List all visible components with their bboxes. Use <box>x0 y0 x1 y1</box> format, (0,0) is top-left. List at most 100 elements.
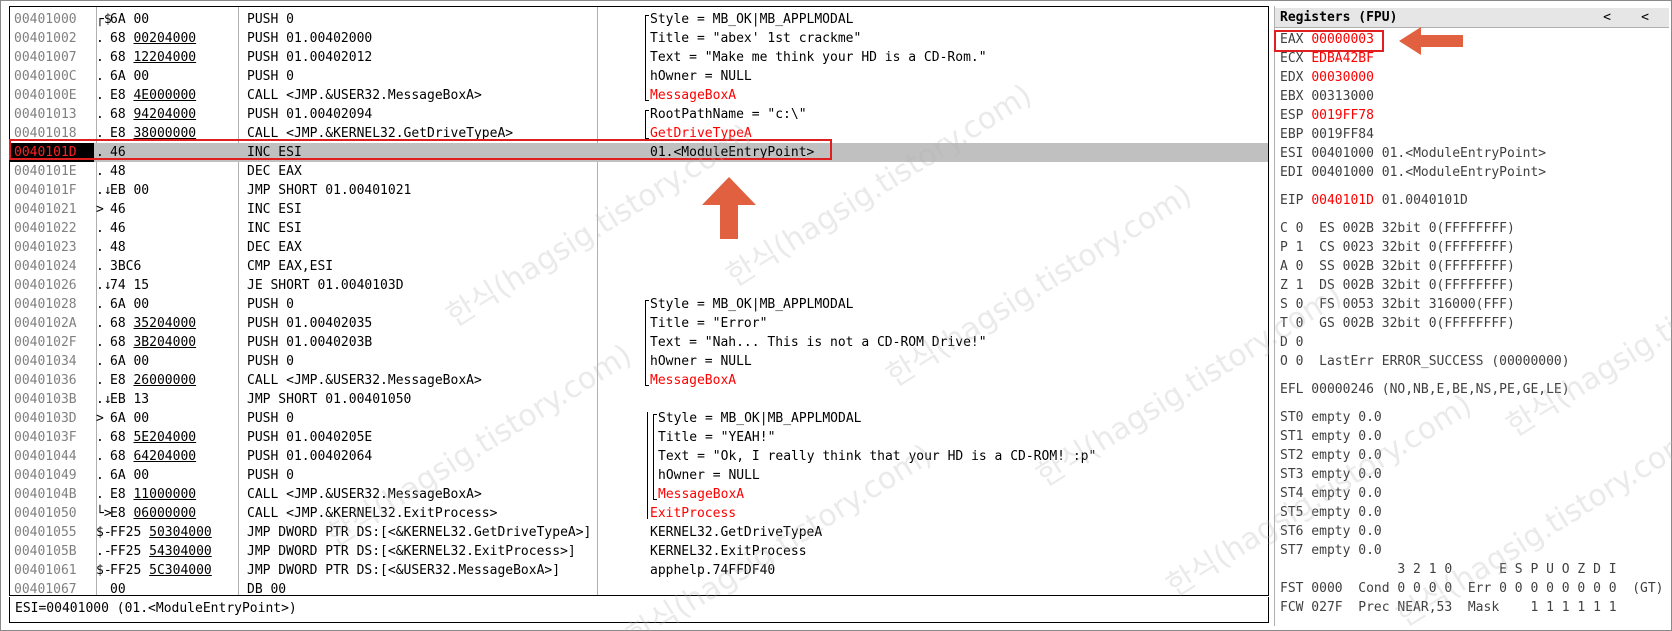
argument-bracket <box>645 110 646 138</box>
register-value[interactable]: EDBA42BF <box>1311 51 1374 66</box>
disasm-row[interactable]: 00401007. 68 12204000 PUSH 01.00402012 Text… <box>10 48 1268 67</box>
disassembly-pane[interactable]: 00401000 ┌$ 6A 00 PUSH 0 Style = MB_OK|MB_AP… <box>9 6 1269 596</box>
fpu-stack-register[interactable]: ST0 empty 0.0 <box>1280 408 1382 427</box>
disasm-row[interactable]: 0040103D >6A 00 PUSH 0 Style = MB_OK|MB_APP… <box>10 409 1268 428</box>
flag-segment-line[interactable]: S 0 FS 0053 32bit 316000(FFF) <box>1280 295 1515 314</box>
disasm-row[interactable]: 00401002. 68 00204000 PUSH 01.00402000 Titl… <box>10 29 1268 48</box>
flag-segment-line[interactable]: P 1 CS 0023 32bit 0(FFFFFFFF) <box>1280 238 1515 257</box>
instruction-address: 0040105B <box>14 544 77 559</box>
disasm-row[interactable]: 00401050 └> E8 06000000 CALL <JMP.&KERNEL32… <box>10 504 1268 523</box>
disasm-row[interactable]: 00401023. 48 DEC EAX <box>10 238 1268 257</box>
register-annotation: 01.<ModuleEntryPoint> <box>1381 146 1547 161</box>
disasm-row[interactable]: 0040103B .↓ EB 13 JMP SHORT 01.00401050 <box>10 390 1268 409</box>
disasm-row[interactable]: 0040101F .↓ EB 00 JMP SHORT 01.00401021 <box>10 181 1268 200</box>
instruction-bytes: 6A 00 <box>110 411 150 426</box>
instruction-text: PUSH 0 <box>247 297 294 312</box>
arrow-left-icon <box>1399 27 1463 55</box>
registers-pane[interactable]: Registers (FPU) < < EAX 00000003 ECX EDB… <box>1274 6 1669 626</box>
disasm-row[interactable]: 0040102A. 68 35204000 PUSH 01.00402035 Titl… <box>10 314 1268 333</box>
fpu-stack-register[interactable]: ST6 empty 0.0 <box>1280 522 1382 541</box>
register-esi[interactable]: ESI 00401000 01.<ModuleEntryPoint> <box>1280 144 1546 163</box>
disasm-row[interactable]: 00401044. 68 64204000 PUSH 01.00402064 Text… <box>10 447 1268 466</box>
instruction-text: DEC EAX <box>247 240 302 255</box>
flag-segment-line[interactable]: T 0 GS 002B 32bit 0(FFFFFFFF) <box>1280 314 1515 333</box>
disasm-row[interactable]: 00401022. 46 INC ESI <box>10 219 1268 238</box>
flag-segment-line[interactable]: C 0 ES 002B 32bit 0(FFFFFFFF) <box>1280 219 1515 238</box>
instruction-bytes: 46 <box>110 202 126 217</box>
disasm-row[interactable]: 00401049. 6A 00 PUSH 0 hOwner = NULL <box>10 466 1268 485</box>
register-name: ECX <box>1280 51 1304 66</box>
register-value[interactable]: 00030000 <box>1311 70 1374 85</box>
disasm-row[interactable]: 00401021 >46 INC ESI <box>10 200 1268 219</box>
instruction-address: 00401007 <box>14 50 77 65</box>
instruction-address: 00401024 <box>14 259 77 274</box>
status-bar: ESI=00401000 (01.<ModuleEntryPoint>) <box>9 597 1269 623</box>
register-value[interactable]: 0019FF78 <box>1311 108 1374 123</box>
instruction-comment: Title = "Error" <box>650 316 768 331</box>
flag-segment-line[interactable]: Z 1 DS 002B 32bit 0(FFFFFFFF) <box>1280 276 1515 295</box>
disasm-row[interactable]: 0040100C. 6A 00 PUSH 0 hOwner = NULL <box>10 67 1268 86</box>
instruction-address: 0040103D <box>14 411 77 426</box>
nav-left-button-2[interactable]: < <box>1638 8 1652 28</box>
fpu-stack-register[interactable]: ST3 empty 0.0 <box>1280 465 1382 484</box>
flag-segment-line[interactable]: A 0 SS 002B 32bit 0(FFFFFFFF) <box>1280 257 1515 276</box>
instruction-bytes: 46 <box>110 221 126 236</box>
instruction-address: 0040102A <box>14 316 77 331</box>
fpu-stack-register[interactable]: ST7 empty 0.0 <box>1280 541 1382 560</box>
fpu-status-word[interactable]: FST 0000 Cond 0 0 0 0 Err 0 0 0 0 0 0 0 … <box>1280 579 1664 598</box>
disasm-row[interactable]: 0040103F. 68 5E204000 PUSH 01.0040205E Titl… <box>10 428 1268 447</box>
disasm-row[interactable]: 0040104B. E8 11000000 CALL <JMP.&USER32.Me… <box>10 485 1268 504</box>
instruction-comment <box>650 238 1268 257</box>
instruction-text: CALL <JMP.&USER32.MessageBoxA> <box>247 373 482 388</box>
register-ebx[interactable]: EBX 00313000 <box>1280 87 1382 106</box>
fpu-status-header[interactable]: 3 2 1 0 E S P U O Z D I <box>1280 560 1616 579</box>
eflags-line[interactable]: EFL 00000246 (NO,NB,E,BE,NS,PE,GE,LE) <box>1280 380 1570 399</box>
instruction-text: INC ESI <box>247 202 302 217</box>
argument-bracket-tick <box>653 499 657 500</box>
disasm-row[interactable]: 0040101E. 48 DEC EAX <box>10 162 1268 181</box>
register-value[interactable]: 00401000 <box>1311 146 1374 161</box>
register-edi[interactable]: EDI 00401000 01.<ModuleEntryPoint> <box>1280 163 1546 182</box>
disasm-row[interactable]: 0040100E. E8 4E000000 CALL <JMP.&USER32.Me… <box>10 86 1268 105</box>
disasm-row[interactable]: 00401061 $- FF25 5C304000 JMP DWORD PTR DS:… <box>10 561 1268 580</box>
disasm-row[interactable]: 00401013. 68 94204000 PUSH 01.00402094 Root… <box>10 105 1268 124</box>
disasm-row[interactable]: 00401034. 6A 00 PUSH 0 hOwner = NULL <box>10 352 1268 371</box>
register-edx[interactable]: EDX 00030000 <box>1280 68 1382 87</box>
fpu-stack-register[interactable]: ST4 empty 0.0 <box>1280 484 1382 503</box>
disasm-row[interactable]: 00401024. 3BC6 CMP EAX,ESI <box>10 257 1268 276</box>
argument-bracket-tick <box>645 385 649 386</box>
instruction-bytes: 68 35204000 <box>110 316 197 331</box>
instruction-text: CALL <JMP.&USER32.MessageBoxA> <box>247 487 482 502</box>
flag-segment-line[interactable]: O 0 LastErr ERROR_SUCCESS (00000000) <box>1280 352 1570 371</box>
register-value[interactable]: 0040101D <box>1311 193 1374 208</box>
instruction-bytes: 6A 00 <box>110 297 150 312</box>
fpu-control-word[interactable]: FCW 027F Prec NEAR,53 Mask 1 1 1 1 1 1 <box>1280 598 1617 617</box>
disasm-row[interactable]: 0040102F. 68 3B204000 PUSH 01.0040203B Text… <box>10 333 1268 352</box>
register-eip[interactable]: EIP 0040101D 01.0040101D <box>1280 191 1468 210</box>
instruction-bytes: 6A 00 <box>110 468 150 483</box>
fpu-stack-register[interactable]: ST5 empty 0.0 <box>1280 503 1382 522</box>
register-ebp[interactable]: EBP 0019FF84 <box>1280 125 1382 144</box>
argument-bracket <box>645 15 646 100</box>
register-esp[interactable]: ESP 0019FF78 <box>1280 106 1382 125</box>
disasm-row[interactable]: 0040105B .- FF25 54304000 JMP DWORD PTR DS:… <box>10 542 1268 561</box>
fpu-stack-register[interactable]: ST2 empty 0.0 <box>1280 446 1382 465</box>
instruction-comment: Style = MB_OK|MB_APPLMODAL <box>650 297 854 312</box>
nav-left-button[interactable]: < <box>1600 8 1614 28</box>
instruction-address: 00401067 <box>14 582 77 596</box>
instruction-text: PUSH 01.0040203B <box>247 335 373 350</box>
instruction-bytes: E8 11000000 <box>110 487 197 502</box>
disasm-row[interactable]: 00401026 .↓ 74 15 JE SHORT 01.0040103D <box>10 276 1268 295</box>
disasm-row[interactable]: 00401000 ┌$ 6A 00 PUSH 0 Style = MB_OK|MB_AP… <box>10 10 1268 29</box>
instruction-bytes: FF25 54304000 <box>110 544 212 559</box>
disasm-row[interactable]: 00401067 00 DB 00 <box>10 580 1268 596</box>
register-value[interactable]: 0019FF84 <box>1311 127 1374 142</box>
register-value[interactable]: 00313000 <box>1311 89 1374 104</box>
disasm-row[interactable]: 00401036. E8 26000000 CALL <JMP.&USER32.Me… <box>10 371 1268 390</box>
register-value[interactable]: 00401000 <box>1311 165 1374 180</box>
disasm-row[interactable]: 00401028. 6A 00 PUSH 0 Style = MB_OK|MB_APP… <box>10 295 1268 314</box>
flag-segment-line[interactable]: D 0 <box>1280 333 1303 352</box>
fpu-stack-register[interactable]: ST1 empty 0.0 <box>1280 427 1382 446</box>
instruction-text: DEC EAX <box>247 164 302 179</box>
disasm-row[interactable]: 00401055 $- FF25 50304000 JMP DWORD PTR DS:… <box>10 523 1268 542</box>
